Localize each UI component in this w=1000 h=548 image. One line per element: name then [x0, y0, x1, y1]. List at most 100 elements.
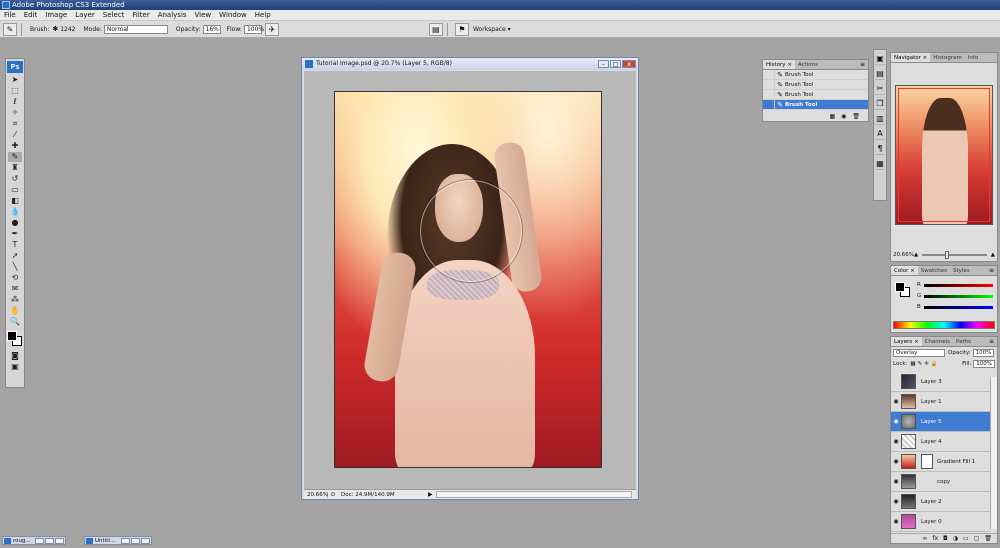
- animation-panel-icon[interactable]: ▦: [875, 158, 885, 170]
- layer-comps-icon[interactable]: ▣: [875, 53, 885, 65]
- pen-tool-icon[interactable]: ✒: [8, 229, 22, 239]
- clone-source-icon[interactable]: ❐: [875, 98, 885, 110]
- blur-tool-icon[interactable]: 💧: [8, 207, 22, 217]
- history-state[interactable]: ✎ Brush Tool: [763, 79, 868, 90]
- healing-brush-tool-icon[interactable]: ✚: [8, 141, 22, 151]
- color-spectrum-ramp[interactable]: [893, 321, 995, 329]
- status-info-icon[interactable]: ⊙: [328, 491, 338, 498]
- layer-row[interactable]: ◉ copy: [891, 472, 991, 492]
- foreground-color-swatch[interactable]: [7, 331, 17, 341]
- brush-picker[interactable]: Brush: ✱ 1242: [30, 25, 76, 33]
- add-mask-icon[interactable]: ◘: [943, 535, 948, 542]
- airbrush-icon[interactable]: ✈: [264, 22, 279, 36]
- maximize-button[interactable]: [131, 538, 140, 544]
- restore-button[interactable]: [121, 538, 130, 544]
- minimize-button[interactable]: –: [598, 60, 609, 68]
- menu-analysis[interactable]: Analysis: [154, 11, 191, 19]
- close-button[interactable]: [55, 538, 64, 544]
- layer-style-button[interactable]: fx: [932, 535, 938, 542]
- zoom-in-icon[interactable]: ▲: [991, 252, 995, 258]
- navigator-zoom-value[interactable]: 20.66%: [893, 252, 914, 258]
- history-brush-source[interactable]: [763, 69, 775, 80]
- brush-tool-preset-icon[interactable]: ✎: [3, 22, 17, 36]
- horizontal-scrollbar[interactable]: [436, 491, 632, 498]
- adjustment-layer-icon[interactable]: ◑: [953, 535, 958, 542]
- foreground-color-swatch[interactable]: [895, 282, 905, 292]
- opacity-input[interactable]: 16%: [202, 24, 221, 34]
- dodge-tool-icon[interactable]: ●: [8, 218, 22, 228]
- magic-wand-tool-icon[interactable]: ✧: [8, 108, 22, 118]
- tab-navigator[interactable]: Navigator ×: [891, 53, 931, 62]
- history-brush-source[interactable]: [763, 89, 775, 100]
- layer-row[interactable]: ◉ Layer 1: [891, 392, 991, 412]
- panel-menu-icon[interactable]: ≡: [986, 266, 997, 275]
- menu-select[interactable]: Select: [99, 11, 129, 19]
- new-layer-icon[interactable]: ▢: [974, 535, 980, 542]
- paragraph-panel-icon[interactable]: ¶: [875, 143, 885, 155]
- tab-styles[interactable]: Styles: [950, 266, 973, 275]
- panel-menu-icon[interactable]: ≡: [986, 337, 997, 346]
- layer-row[interactable]: ◉ Layer 2: [891, 492, 991, 512]
- measurement-log-icon[interactable]: ▥: [875, 113, 885, 125]
- menu-file[interactable]: File: [0, 11, 20, 19]
- delete-state-icon[interactable]: 🗑: [852, 113, 860, 120]
- workspace-menu[interactable]: Workspace ▾: [473, 26, 511, 33]
- tab-histogram[interactable]: Histogram: [930, 53, 965, 62]
- zoom-level[interactable]: 20.66%: [304, 491, 328, 498]
- history-state[interactable]: ✎ Brush Tool: [763, 89, 868, 100]
- new-document-from-state-icon[interactable]: ▦: [829, 113, 835, 120]
- visibility-eye-icon[interactable]: ◉: [891, 418, 901, 425]
- shape-tool-icon[interactable]: ╲: [8, 262, 22, 272]
- gradient-tool-icon[interactable]: ◧: [8, 196, 22, 206]
- palette-well-icon[interactable]: ▤: [428, 22, 443, 36]
- path-selection-tool-icon[interactable]: ➚: [8, 251, 22, 261]
- layers-scrollbar[interactable]: [990, 377, 997, 529]
- blue-channel-slider[interactable]: B: [917, 303, 993, 311]
- flow-input[interactable]: 100%: [243, 24, 264, 34]
- eyedropper-tool-icon[interactable]: ⁂: [8, 295, 22, 305]
- layer-row-selected[interactable]: ◉ Layer 5: [891, 412, 991, 432]
- close-button[interactable]: x: [622, 60, 636, 68]
- marquee-tool-icon[interactable]: ⬚: [8, 86, 22, 96]
- menu-view[interactable]: View: [191, 11, 216, 19]
- green-gradient-bar[interactable]: [924, 294, 993, 298]
- visibility-eye-icon[interactable]: ◉: [891, 398, 901, 405]
- menu-edit[interactable]: Edit: [20, 11, 42, 19]
- menu-help[interactable]: Help: [251, 11, 275, 19]
- navigator-view-box[interactable]: [898, 88, 990, 222]
- character-panel-icon[interactable]: A: [875, 128, 885, 140]
- tab-channels[interactable]: Channels: [922, 337, 953, 346]
- visibility-eye-icon[interactable]: ◉: [891, 478, 901, 485]
- tab-info[interactable]: Info: [965, 53, 981, 62]
- zoom-out-icon[interactable]: ▲: [914, 252, 918, 258]
- visibility-eye-icon[interactable]: ◉: [891, 498, 901, 505]
- link-layers-icon[interactable]: ∞: [922, 535, 927, 542]
- restore-button[interactable]: [35, 538, 44, 544]
- lock-position-icon[interactable]: ✛: [924, 361, 929, 367]
- color-panel-swatches[interactable]: [895, 282, 911, 298]
- color-swatches[interactable]: [7, 331, 23, 347]
- quick-mask-icon[interactable]: ◙: [8, 351, 22, 361]
- red-channel-slider[interactable]: R: [917, 281, 993, 289]
- canvas-artwork[interactable]: [334, 91, 602, 468]
- history-state-selected[interactable]: ✎ Brush Tool: [763, 99, 868, 110]
- red-gradient-bar[interactable]: [923, 283, 993, 287]
- layer-row[interactable]: Layer 3: [891, 372, 991, 392]
- brush-tool-icon[interactable]: ✎: [8, 152, 22, 162]
- tab-paths[interactable]: Paths: [953, 337, 974, 346]
- lock-transparency-icon[interactable]: ▦: [910, 361, 915, 367]
- close-button[interactable]: [141, 538, 150, 544]
- lasso-tool-icon[interactable]: ℓ: [8, 97, 22, 107]
- document-title-bar[interactable]: Tutorial Image.psd @ 20.7% (Layer 5, RGB…: [302, 58, 638, 70]
- history-brush-source[interactable]: [763, 99, 775, 110]
- menu-filter[interactable]: Filter: [128, 11, 153, 19]
- minimized-document[interactable]: roug...: [2, 536, 66, 545]
- 3d-rotate-tool-icon[interactable]: ⟲: [8, 273, 22, 283]
- layer-row[interactable]: ◉ Layer 4: [891, 432, 991, 452]
- history-brush-tool-icon[interactable]: ↺: [8, 174, 22, 184]
- visibility-eye-icon[interactable]: ◉: [891, 518, 901, 525]
- menu-image[interactable]: Image: [41, 11, 71, 19]
- hand-tool-icon[interactable]: ✋: [8, 306, 22, 316]
- menu-window[interactable]: Window: [215, 11, 251, 19]
- green-channel-slider[interactable]: G: [917, 292, 993, 300]
